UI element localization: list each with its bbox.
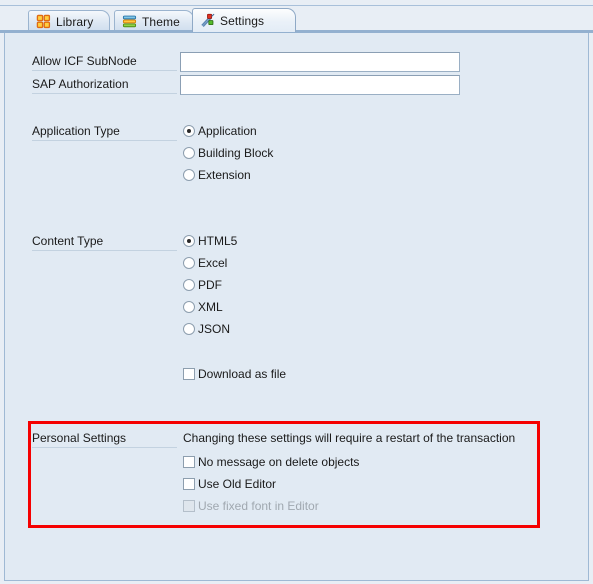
- radio-building-block-label: Building Block: [198, 146, 274, 160]
- radio-xml[interactable]: XML: [183, 300, 223, 314]
- radio-json-label: JSON: [198, 322, 231, 336]
- sap-authorization-label: SAP Authorization: [32, 77, 177, 94]
- radio-building-block[interactable]: Building Block: [183, 146, 273, 160]
- radio-building-block-mark: [183, 147, 195, 159]
- checkbox-use-fixed-font-mark: [183, 500, 195, 512]
- radio-pdf-mark: [183, 279, 195, 291]
- allow-icf-subnode-input[interactable]: [180, 52, 460, 72]
- personal-settings-label: Personal Settings: [32, 431, 177, 448]
- library-grid-icon: [36, 14, 51, 29]
- content-type-label: Content Type: [32, 234, 177, 251]
- settings-content-panel: Allow ICF SubNode SAP Authorization Appl…: [4, 33, 589, 581]
- radio-pdf[interactable]: PDF: [183, 278, 222, 292]
- radio-application[interactable]: Application: [183, 124, 257, 138]
- settings-tools-icon: [201, 13, 215, 28]
- radio-excel-mark: [183, 257, 195, 269]
- radio-xml-mark: [183, 301, 195, 313]
- tab-bar: Library Theme Settings: [0, 6, 593, 32]
- checkbox-no-message-on-delete[interactable]: No message on delete objects: [183, 455, 359, 469]
- sap-authorization-input[interactable]: [180, 75, 460, 95]
- theme-stack-icon: [122, 15, 137, 28]
- checkbox-use-old-editor[interactable]: Use Old Editor: [183, 477, 276, 491]
- radio-extension-label: Extension: [198, 168, 251, 182]
- checkbox-download-as-file-label: Download as file: [198, 367, 287, 381]
- radio-html5-mark: [183, 235, 195, 247]
- checkbox-use-old-editor-label: Use Old Editor: [198, 477, 277, 491]
- checkbox-no-message-on-delete-label: No message on delete objects: [198, 455, 360, 469]
- tab-library-label: Library: [56, 14, 94, 29]
- allow-icf-subnode-label: Allow ICF SubNode: [32, 54, 177, 71]
- radio-extension[interactable]: Extension: [183, 168, 251, 182]
- radio-xml-label: XML: [198, 300, 223, 314]
- radio-application-mark: [183, 125, 195, 137]
- personal-settings-note: Changing these settings will require a r…: [183, 431, 516, 445]
- checkbox-use-fixed-font: Use fixed font in Editor: [183, 499, 319, 513]
- checkbox-download-as-file[interactable]: Download as file: [183, 367, 286, 381]
- checkbox-use-fixed-font-label: Use fixed font in Editor: [198, 499, 319, 513]
- application-type-label: Application Type: [32, 124, 177, 141]
- checkbox-no-message-on-delete-mark: [183, 456, 195, 468]
- tab-theme[interactable]: Theme: [114, 10, 194, 32]
- radio-excel-label: Excel: [198, 256, 228, 270]
- tab-theme-label: Theme: [142, 14, 180, 29]
- radio-pdf-label: PDF: [198, 278, 222, 292]
- radio-html5[interactable]: HTML5: [183, 234, 237, 248]
- tab-library[interactable]: Library: [28, 10, 110, 32]
- radio-html5-label: HTML5: [198, 234, 238, 248]
- radio-excel[interactable]: Excel: [183, 256, 227, 270]
- radio-json-mark: [183, 323, 195, 335]
- checkbox-use-old-editor-mark: [183, 478, 195, 490]
- checkbox-download-as-file-mark: [183, 368, 195, 380]
- radio-extension-mark: [183, 169, 195, 181]
- radio-json[interactable]: JSON: [183, 322, 230, 336]
- tab-settings[interactable]: Settings: [192, 8, 296, 32]
- tab-settings-label: Settings: [220, 13, 265, 28]
- radio-application-label: Application: [198, 124, 257, 138]
